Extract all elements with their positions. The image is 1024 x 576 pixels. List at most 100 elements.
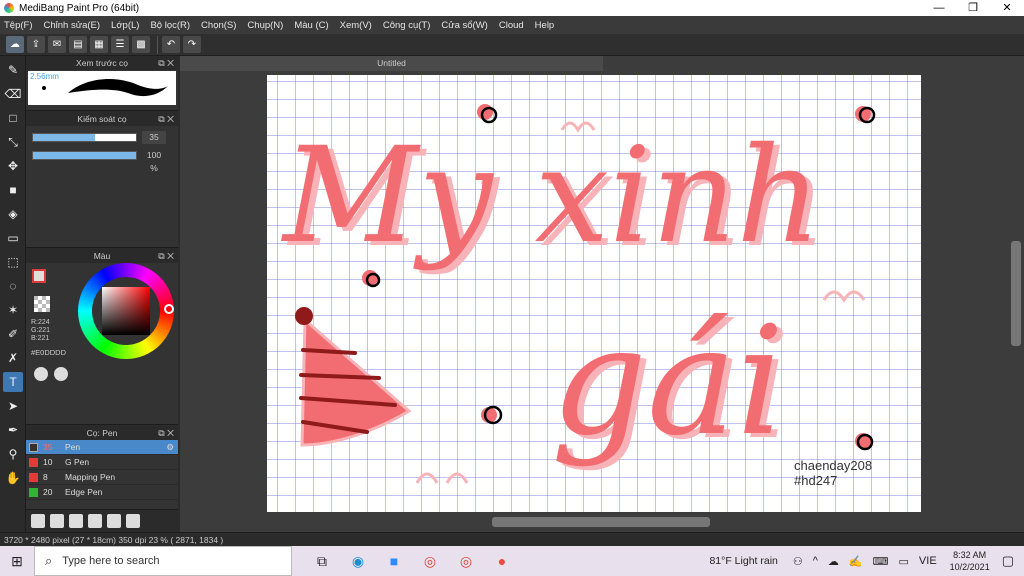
pen-item-edge-pen[interactable]: 20 Edge Pen [26, 485, 178, 500]
maximize-button[interactable]: ❐ [956, 0, 990, 16]
move-tool-icon[interactable]: ✥ [3, 156, 23, 176]
document-icon[interactable] [88, 514, 102, 528]
chrome-profile-icon[interactable]: ◎ [448, 553, 484, 570]
eyedropper-icon[interactable]: ⚲ [3, 444, 23, 464]
add-brush-icon[interactable] [31, 514, 45, 528]
new-page-icon[interactable] [50, 514, 64, 528]
drawing-canvas[interactable]: My xinh My xinh gái gái chaenday208 #hd2… [267, 75, 921, 512]
pen-color-chip [29, 472, 38, 482]
hand-tool-icon[interactable]: ✋ [3, 468, 23, 488]
menu-tools[interactable]: Công cụ(T) [383, 20, 431, 31]
bucket-tool-icon[interactable]: ◈ [3, 204, 23, 224]
share-icon[interactable]: ⇪ [27, 36, 45, 53]
signature-name: chaenday208 [794, 458, 872, 473]
close-button[interactable]: ✕ [990, 0, 1024, 16]
windows-start-icon[interactable]: ⊞ [0, 553, 34, 570]
vertical-scrollbar[interactable] [1010, 76, 1022, 514]
task-view-icon[interactable]: ⧉ [304, 553, 340, 570]
text-tool-icon[interactable]: T [3, 372, 23, 392]
pen-item-pen[interactable]: 35 Pen ⚙ [26, 440, 178, 455]
select-tool-icon[interactable]: ⬚ [3, 252, 23, 272]
magic-wand-icon[interactable]: ✶ [3, 300, 23, 320]
display-icon[interactable]: ▭ [899, 555, 909, 568]
brush-stroke-preview: 2.56mm [28, 71, 176, 105]
minimize-button[interactable]: — [922, 0, 956, 16]
gear-icon[interactable]: ⚙ [166, 442, 174, 453]
document-tab[interactable]: Untitled [180, 56, 603, 71]
select-eraser-icon[interactable]: ✗ [3, 348, 23, 368]
brush-tool-icon[interactable]: ✎ [3, 60, 23, 80]
pen-icon[interactable]: ✍ [849, 555, 863, 568]
fill-rect-tool-icon[interactable]: ■ [3, 180, 23, 200]
onedrive-icon[interactable]: ☁ [828, 555, 839, 568]
menu-cloud[interactable]: Cloud [499, 20, 524, 31]
panel-close-icon[interactable]: ⧉ ✕ [158, 56, 174, 70]
undo-icon[interactable]: ↶ [162, 36, 180, 53]
speech-bubble-icon[interactable]: ▤ [69, 36, 87, 53]
rectangle-tool-icon[interactable]: □ [3, 108, 23, 128]
menu-layer[interactable]: Lớp(L) [111, 20, 139, 31]
menu-filter[interactable]: Bộ lọc(R) [150, 20, 190, 31]
pen-item-mapping-pen[interactable]: 8 Mapping Pen [26, 470, 178, 485]
title-line-2: gái [551, 295, 784, 469]
menu-color[interactable]: Màu (C) [294, 20, 328, 31]
transparent-color-swatch[interactable] [34, 296, 50, 312]
pen-size: 8 [43, 472, 48, 482]
palette-icon[interactable] [34, 367, 48, 381]
folder-icon[interactable] [107, 514, 121, 528]
brush-size-value[interactable]: 35 [142, 131, 166, 144]
clock[interactable]: 8:32 AM 10/2/2021 [950, 549, 990, 573]
redo-icon[interactable]: ↷ [183, 36, 201, 53]
medibang-taskbar-icon[interactable]: ● [484, 553, 520, 570]
color-picker-icon[interactable] [54, 367, 68, 381]
saturation-value-square[interactable] [102, 287, 150, 335]
hue-marker[interactable] [164, 304, 174, 314]
eraser-tool-icon[interactable]: ⌫ [3, 84, 23, 104]
keyboard-icon[interactable]: ⌨ [873, 555, 889, 568]
color-panel: Màu ⧉ ✕ R:224 G:221 B:221 #E0DDDD [26, 249, 178, 425]
menu-help[interactable]: Help [535, 20, 555, 31]
panel-close-icon[interactable]: ⧉ ✕ [158, 249, 174, 263]
brush-opacity-fill [33, 152, 136, 159]
dot-tool-icon[interactable]: ⤡ [3, 132, 23, 152]
menu-select[interactable]: Chọn(S) [201, 20, 236, 31]
grid-icon[interactable]: ▩ [132, 36, 150, 53]
menu-view[interactable]: Xem(V) [340, 20, 372, 31]
list-icon[interactable]: ☰ [111, 36, 129, 53]
copy-icon[interactable] [126, 514, 140, 528]
pen-item-g-pen[interactable]: 10 G Pen [26, 455, 178, 470]
pen-color-chip [29, 457, 38, 467]
chrome-icon[interactable]: ◎ [412, 553, 448, 570]
dropper-tool-icon[interactable]: ✒ [3, 420, 23, 440]
edge-browser-icon[interactable]: ◉ [340, 553, 376, 570]
panel-close-icon[interactable]: ⧉ ✕ [158, 426, 174, 440]
brush-opacity-value[interactable]: 100 % [142, 149, 166, 173]
horizontal-scrollbar[interactable] [180, 516, 1010, 528]
notification-icon[interactable]: ▢ [1002, 553, 1014, 569]
menu-capture[interactable]: Chụp(N) [247, 20, 283, 31]
people-icon[interactable]: ⚇ [793, 555, 803, 568]
brush-size-slider[interactable] [32, 133, 137, 142]
chevron-up-icon[interactable]: ^ [813, 555, 818, 567]
menu-file[interactable]: Tệp(F) [4, 20, 33, 31]
panel-close-icon[interactable]: ⧉ ✕ [158, 112, 174, 126]
lasso-tool-icon[interactable]: ◌ [3, 276, 23, 296]
add-menu-icon[interactable] [69, 514, 83, 528]
select-pen-icon[interactable]: ✐ [3, 324, 23, 344]
horizontal-scroll-thumb[interactable] [492, 517, 710, 527]
zoom-app-icon[interactable]: ■ [376, 553, 412, 570]
cloud-icon[interactable]: ☁ [6, 36, 24, 53]
menu-edit[interactable]: Chỉnh sửa(E) [44, 20, 101, 31]
page-icon[interactable]: ▦ [90, 36, 108, 53]
weather-widget[interactable]: 81°F Light rain [709, 555, 777, 567]
menu-window[interactable]: Cửa sổ(W) [441, 20, 487, 31]
vertical-scroll-thumb[interactable] [1011, 241, 1021, 346]
gradient-tool-icon[interactable]: ▭ [3, 228, 23, 248]
comment-icon[interactable]: ✉ [48, 36, 66, 53]
taskbar-search[interactable]: ⌕ Type here to search [34, 546, 292, 576]
language-indicator[interactable]: VIE [919, 555, 937, 567]
brush-opacity-slider[interactable] [32, 151, 137, 160]
foreground-color-swatch[interactable] [32, 269, 46, 283]
operation-tool-icon[interactable]: ➤ [3, 396, 23, 416]
color-wheel[interactable] [78, 263, 174, 359]
